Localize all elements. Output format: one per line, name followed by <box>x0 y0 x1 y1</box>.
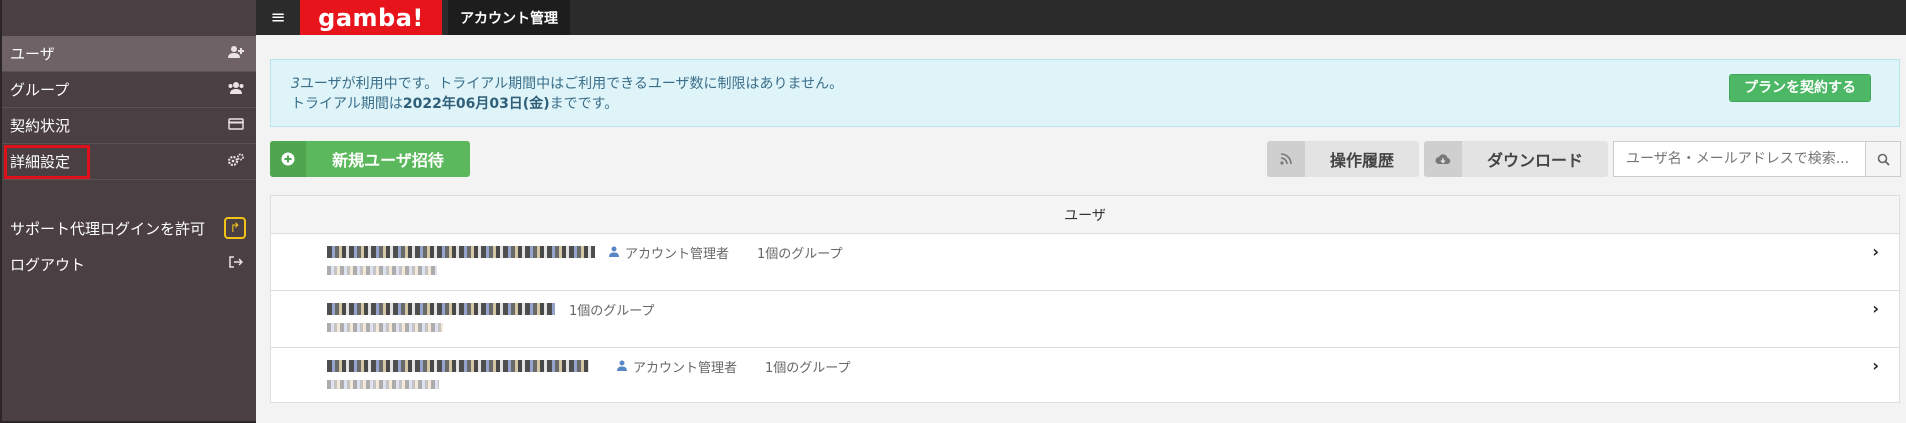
sidebar-item-contract[interactable]: 契約状況 <box>2 108 256 144</box>
notice-line-1: 3ユーザが利用中です。トライアル期間中はご利用できるユーザ数に制限はありません。 <box>291 74 1879 94</box>
search-input[interactable] <box>1613 141 1865 177</box>
table-row[interactable]: アカウント管理者 1個のグループ › <box>271 234 1899 291</box>
chevron-right-icon[interactable]: › <box>1872 242 1879 261</box>
gears-icon <box>226 153 246 171</box>
user-icon <box>609 246 619 260</box>
sidebar-item-label: ユーザ <box>10 45 55 63</box>
download-label: ダウンロード <box>1486 151 1583 170</box>
hamburger-menu-icon[interactable]: ≡ <box>256 7 300 28</box>
user-count: 3 <box>291 76 300 92</box>
redacted-user-email <box>327 323 443 332</box>
user-meta: 1個のグループ <box>569 300 655 319</box>
search-group <box>1613 141 1901 177</box>
sidebar-item-logout[interactable]: ログアウト <box>2 246 256 282</box>
trial-notice: 3ユーザが利用中です。トライアル期間中はご利用できるユーザ数に制限はありません。… <box>270 59 1900 127</box>
download-button[interactable]: ダウンロード <box>1424 141 1608 177</box>
cloud-download-icon <box>1424 141 1462 177</box>
sidebar-item-advanced-settings[interactable]: 詳細設定 <box>2 144 256 180</box>
sidebar-top-spacer <box>2 0 256 36</box>
main-content: 3ユーザが利用中です。トライアル期間中はご利用できるユーザ数に制限はありません。… <box>256 35 1906 423</box>
notice-text-2: トライアル期間は <box>291 96 403 112</box>
sidebar-item-label: ログアウト <box>10 255 86 274</box>
user-meta: アカウント管理者 1個のグループ <box>609 243 843 262</box>
chevron-right-icon[interactable]: › <box>1872 299 1879 318</box>
redacted-user-name <box>327 246 595 258</box>
sidebar-item-label: 詳細設定 <box>10 153 71 171</box>
user-list-header: ユーザ <box>271 196 1899 234</box>
sidebar-item-label: サポート代理ログインを許可 <box>10 219 206 238</box>
notice-text-3: までです。 <box>549 96 619 112</box>
notice-line-2: トライアル期間は2022年06月03日(金)までです。 <box>291 94 1879 114</box>
rss-icon <box>1267 141 1305 177</box>
plus-circle-icon <box>270 141 306 177</box>
sidebar-item-label: グループ <box>10 81 70 99</box>
redacted-user-name <box>327 303 555 315</box>
redacted-user-email <box>327 266 437 275</box>
users-icon <box>226 81 246 99</box>
sidebar-item-users[interactable]: ユーザ <box>2 36 256 72</box>
trial-end-date: 2022年06月03日(金) <box>402 96 550 112</box>
redacted-user-name <box>327 360 589 372</box>
user-role: アカウント管理者 <box>633 361 738 376</box>
user-group-count: 1個のグループ <box>569 304 655 319</box>
table-row[interactable]: 1個のグループ › <box>271 291 1899 348</box>
tab-account-management[interactable]: アカウント管理 <box>448 0 570 35</box>
user-list-panel: ユーザ アカウント管理者 1個のグループ › 1個のグループ › アカウント管理… <box>270 195 1900 403</box>
user-icon <box>617 360 627 374</box>
top-bar: ≡ gamba! アカウント管理 <box>256 0 1906 35</box>
search-icon[interactable] <box>1865 141 1901 177</box>
sidebar-item-label: 契約状況 <box>10 117 71 135</box>
sidebar-item-groups[interactable]: グループ <box>2 72 256 108</box>
notice-text-1: ユーザが利用中です。トライアル期間中はご利用できるユーザ数に制限はありません。 <box>299 76 844 92</box>
redacted-user-email <box>327 380 439 389</box>
share-arrow-icon[interactable]: ↱ <box>224 217 246 239</box>
user-group-count: 1個のグループ <box>757 247 843 262</box>
user-meta: アカウント管理者 1個のグループ <box>617 357 851 376</box>
sign-out-icon <box>226 256 246 272</box>
brand-logo[interactable]: gamba! <box>300 0 442 35</box>
operation-history-button[interactable]: 操作履歴 <box>1267 141 1419 177</box>
user-plus-icon <box>226 45 246 63</box>
subscribe-plan-button[interactable]: プランを契約する <box>1729 74 1871 102</box>
operation-history-label: 操作履歴 <box>1329 151 1394 170</box>
credit-card-icon <box>226 117 246 134</box>
table-row[interactable]: アカウント管理者 1個のグループ › <box>271 348 1899 405</box>
sidebar: ユーザ グループ 契約状況 詳細設定 サポート代理ログインを許可 ↱ ログアウト <box>0 0 256 423</box>
invite-user-label: 新規ユーザ招待 <box>332 151 444 170</box>
invite-user-button[interactable]: 新規ユーザ招待 <box>270 141 470 177</box>
user-role: アカウント管理者 <box>625 247 730 262</box>
chevron-right-icon[interactable]: › <box>1872 356 1879 375</box>
user-group-count: 1個のグループ <box>765 361 851 376</box>
sidebar-item-support-login[interactable]: サポート代理ログインを許可 ↱ <box>2 210 256 246</box>
